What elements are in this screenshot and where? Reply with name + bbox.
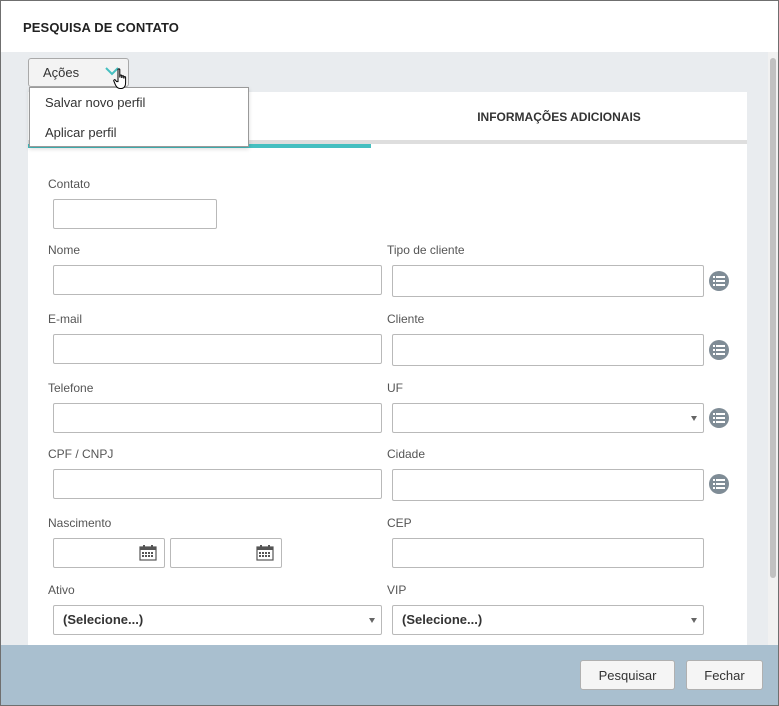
tab-additional-info-label: INFORMAÇÕES ADICIONAIS [477, 110, 641, 124]
nome-input[interactable] [53, 265, 382, 295]
scrollbar-thumb[interactable] [770, 58, 776, 578]
email-input[interactable] [53, 334, 382, 364]
cep-input[interactable] [392, 538, 704, 568]
ativo-label: Ativo [48, 583, 75, 597]
ativo-select[interactable]: (Selecione...) [53, 605, 382, 635]
vip-selected-value: (Selecione...) [402, 612, 483, 627]
dialog-footer: Pesquisar Fechar [1, 645, 778, 705]
menu-item-save-profile[interactable]: Salvar novo perfil [30, 89, 248, 117]
nome-label: Nome [48, 243, 81, 257]
calendar-icon[interactable] [256, 545, 274, 561]
tab-additional-info[interactable]: INFORMAÇÕES ADICIONAIS [371, 92, 747, 144]
vertical-scrollbar[interactable] [768, 52, 778, 645]
cidade-label: Cidade [387, 447, 426, 461]
telefone-label: Telefone [48, 381, 94, 395]
search-panel: INFORMAÇÕES ADICIONAIS Contato Nome Tipo… [28, 92, 747, 652]
cliente-list-icon[interactable] [709, 340, 729, 360]
contato-input[interactable] [53, 199, 217, 229]
cpf-cnpj-label: CPF / CNPJ [48, 447, 114, 461]
vip-select[interactable]: (Selecione...) [392, 605, 704, 635]
cliente-label: Cliente [387, 312, 425, 326]
actions-button-label: Ações [43, 65, 80, 80]
menu-item-apply-profile[interactable]: Aplicar perfil [30, 119, 248, 147]
close-button[interactable]: Fechar [686, 660, 763, 690]
uf-label: UF [387, 381, 403, 395]
form-body: Contato Nome Tipo de cliente E-mail Clie… [28, 148, 747, 652]
ativo-caret-icon [369, 618, 375, 623]
uf-select[interactable] [392, 403, 704, 433]
cep-label: CEP [387, 516, 412, 530]
cpf-cnpj-input[interactable] [53, 469, 382, 499]
contato-label: Contato [48, 177, 91, 191]
tipo-cliente-list-icon[interactable] [709, 271, 729, 291]
uf-caret-icon [691, 416, 697, 421]
calendar-icon[interactable] [139, 545, 157, 561]
telefone-input[interactable] [53, 403, 382, 433]
cidade-list-icon[interactable] [709, 474, 729, 494]
contact-search-dialog: PESQUISA DE CONTATO INFORMAÇÕES ADICIONA… [0, 0, 779, 706]
tipo-cliente-input[interactable] [392, 265, 704, 297]
cliente-input[interactable] [392, 334, 704, 366]
vip-caret-icon [691, 618, 697, 623]
tipo-cliente-label: Tipo de cliente [387, 243, 465, 257]
cidade-input[interactable] [392, 469, 704, 501]
hand-pointer-icon [113, 68, 127, 89]
dialog-title: PESQUISA DE CONTATO [23, 20, 179, 35]
vip-label: VIP [387, 583, 407, 597]
dialog-header: PESQUISA DE CONTATO [1, 1, 778, 52]
nascimento-label: Nascimento [48, 516, 112, 530]
actions-menu: Salvar novo perfil Aplicar perfil [29, 87, 249, 147]
email-label: E-mail [48, 312, 83, 326]
search-button[interactable]: Pesquisar [580, 660, 675, 690]
ativo-selected-value: (Selecione...) [63, 612, 144, 627]
uf-list-icon[interactable] [709, 408, 729, 428]
